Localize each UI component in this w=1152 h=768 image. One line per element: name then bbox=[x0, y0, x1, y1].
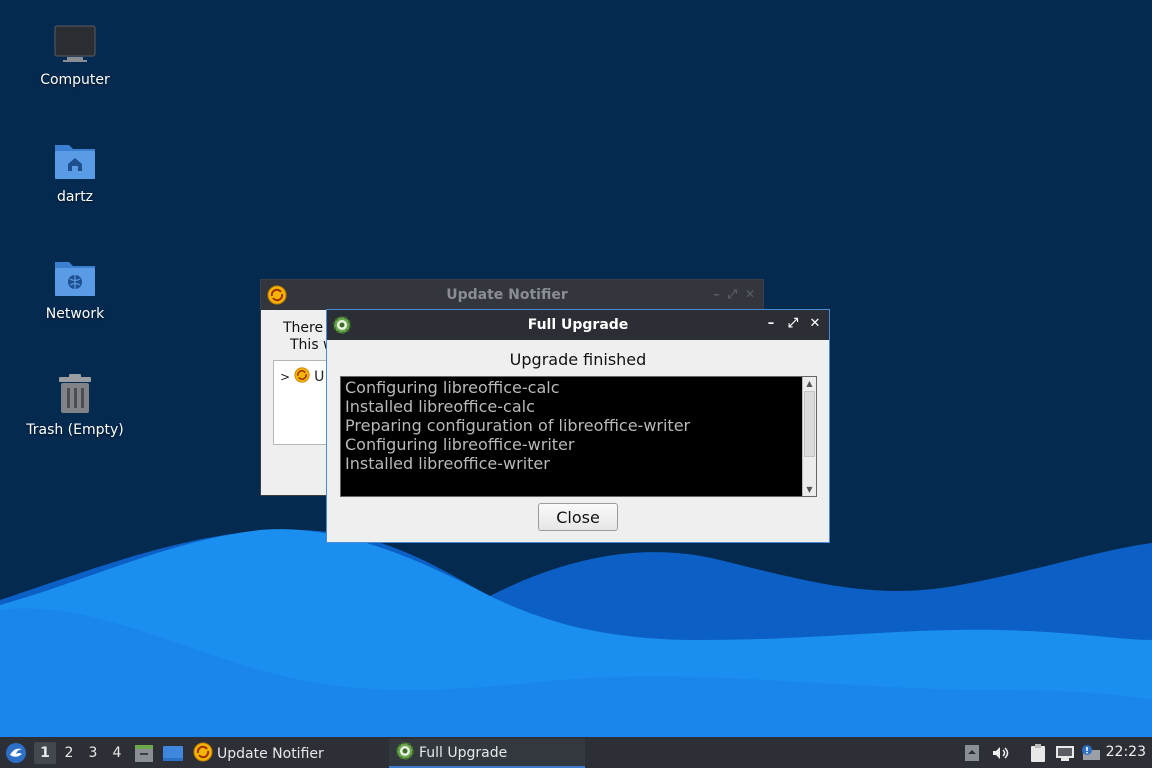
update-notifier-icon bbox=[267, 285, 287, 309]
gear-icon bbox=[395, 741, 415, 765]
upgrade-log-terminal[interactable]: Configuring libreoffice-calc Installed l… bbox=[340, 376, 817, 497]
full-upgrade-titlebar[interactable]: Full Upgrade – ⤢ ✕ bbox=[327, 310, 829, 340]
show-desktop-icon[interactable] bbox=[162, 742, 184, 764]
workspace-2[interactable]: 2 bbox=[58, 742, 80, 764]
tree-row[interactable]: > U bbox=[280, 367, 324, 387]
tree-row-label: U bbox=[314, 369, 325, 385]
close-button[interactable]: Close bbox=[538, 503, 618, 531]
update-notifier-icon bbox=[294, 367, 310, 387]
trash-icon bbox=[53, 372, 97, 416]
file-manager-icon[interactable] bbox=[133, 742, 155, 764]
desktop-icon-label: dartz bbox=[56, 189, 94, 205]
scrollbar-thumb[interactable] bbox=[804, 391, 815, 457]
log-line: Installed libreoffice-calc bbox=[345, 397, 535, 416]
desktop-icon-trash[interactable]: Trash (Empty) bbox=[20, 372, 130, 438]
log-line: Configuring libreoffice-calc bbox=[345, 378, 560, 397]
home-folder-icon bbox=[53, 139, 97, 183]
desktop-icon-network[interactable]: Network bbox=[20, 256, 130, 322]
task-label: Update Notifier bbox=[217, 745, 324, 762]
log-line: Configuring libreoffice-writer bbox=[345, 435, 575, 454]
update-notifier-icon bbox=[193, 742, 213, 766]
log-scrollbar[interactable]: ▲ ▼ bbox=[802, 377, 816, 496]
workspace-1[interactable]: 1 bbox=[34, 742, 56, 764]
log-line: Preparing configuration of libreoffice-w… bbox=[345, 416, 691, 435]
taskbar-task-full-upgrade[interactable]: Full Upgrade bbox=[389, 739, 585, 768]
updates-tree[interactable]: > U bbox=[273, 360, 333, 445]
scroll-down-icon[interactable]: ▼ bbox=[803, 483, 816, 496]
update-notifier-titlebar[interactable]: Update Notifier – ⤢ ✕ bbox=[261, 280, 763, 310]
desktop-icon-home-folder[interactable]: dartz bbox=[20, 139, 130, 205]
maximize-icon[interactable]: ⤢ bbox=[785, 315, 801, 333]
desktop-icon-computer[interactable]: Computer bbox=[20, 22, 130, 88]
close-icon[interactable]: ✕ bbox=[745, 287, 755, 302]
minimize-icon[interactable]: – bbox=[763, 315, 779, 333]
upgrade-status-heading: Upgrade finished bbox=[509, 350, 647, 369]
clock[interactable]: 22:23 bbox=[1106, 744, 1146, 760]
maximize-icon[interactable]: ⤢ bbox=[727, 287, 737, 302]
start-menu-icon[interactable] bbox=[5, 742, 27, 768]
network-icon[interactable] bbox=[1055, 743, 1075, 763]
computer-icon bbox=[53, 22, 97, 66]
update-alert-icon[interactable] bbox=[1081, 743, 1101, 763]
desktop-icon-label: Computer bbox=[40, 72, 110, 88]
full-upgrade-dialog[interactable]: Full Upgrade – ⤢ ✕ Upgrade finished Conf… bbox=[326, 309, 830, 543]
taskbar-task-update-notifier[interactable]: Update Notifier bbox=[193, 739, 383, 768]
log-line: Installed libreoffice-writer bbox=[345, 454, 550, 473]
chevron-right-icon[interactable]: > bbox=[280, 370, 290, 384]
clipboard-icon[interactable] bbox=[1028, 743, 1048, 763]
window-title: Update Notifier bbox=[446, 287, 568, 303]
workspace-3[interactable]: 3 bbox=[82, 742, 104, 764]
window-title: Full Upgrade bbox=[527, 317, 629, 333]
gear-icon bbox=[332, 315, 352, 339]
log-lines: Configuring libreoffice-calc Installed l… bbox=[345, 378, 690, 473]
task-label: Full Upgrade bbox=[419, 744, 508, 761]
network-folder-icon bbox=[53, 256, 97, 300]
taskbar: 1 2 3 4 Update Notifier Full Upgrade 22:… bbox=[0, 737, 1152, 768]
tray-expand-icon[interactable] bbox=[962, 743, 982, 763]
close-icon[interactable]: ✕ bbox=[807, 315, 823, 333]
desktop-icon-label: Network bbox=[45, 306, 105, 322]
volume-icon[interactable] bbox=[990, 743, 1010, 763]
minimize-icon[interactable]: – bbox=[713, 287, 719, 302]
workspace-4[interactable]: 4 bbox=[106, 742, 128, 764]
scroll-up-icon[interactable]: ▲ bbox=[803, 377, 816, 390]
desktop-icon-label: Trash (Empty) bbox=[26, 422, 124, 438]
